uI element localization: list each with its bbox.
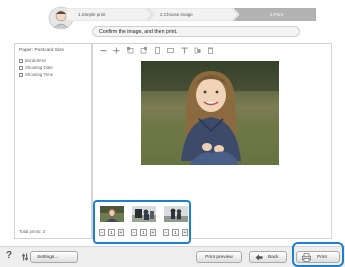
print-button-highlight (292, 242, 344, 267)
back-button[interactable]: Back (249, 251, 287, 263)
shooting-date-label: Shooting Date (25, 65, 53, 70)
rotate-left-icon[interactable] (127, 47, 134, 54)
back-arrow-icon (255, 254, 263, 261)
rotate-right-icon[interactable] (140, 47, 147, 54)
step-1-label: 1.Simple print (78, 12, 106, 17)
copies-count[interactable]: 1 (140, 229, 147, 236)
text-icon[interactable] (181, 47, 188, 54)
minus-icon[interactable] (100, 47, 107, 54)
thumbnail-1-stepper: − 1 + (99, 229, 125, 236)
copies-count[interactable]: 1 (172, 229, 179, 236)
step-2: 2.Choose image (148, 8, 238, 21)
shooting-time-option[interactable]: Shooting Time (19, 72, 53, 77)
print-settings-panel: Paper: Postcard Size Borderless Shooting… (14, 43, 92, 239)
thumbnail-2-stepper: − 1 + (131, 229, 157, 236)
step-1: 1.Simple print (66, 8, 152, 21)
shooting-time-label: Shooting Time (25, 72, 54, 77)
step-indicator: 1.Simple print 2.Choose image 3.Print (66, 8, 316, 21)
wizard-header: 1.Simple print 2.Choose image 3.Print Co… (0, 0, 345, 46)
decrease-button[interactable]: − (99, 229, 105, 236)
print-wizard-window: 1.Simple print 2.Choose image 3.Print Co… (0, 0, 345, 267)
step-3-active: 3.Print (234, 8, 316, 21)
decrease-button[interactable]: − (131, 229, 137, 236)
instruction-banner: Confirm the image, and then print. (92, 26, 300, 37)
clip-icon[interactable] (194, 47, 201, 54)
thumbnail-3[interactable] (164, 206, 188, 222)
decrease-button[interactable]: − (163, 229, 169, 236)
landscape-icon[interactable] (167, 47, 174, 54)
selected-photo (141, 61, 279, 165)
borderless-checkbox[interactable] (19, 58, 23, 63)
thumbnail-2[interactable] (132, 206, 156, 222)
print-preview-label: Print preview (205, 255, 233, 260)
shooting-time-checkbox[interactable] (19, 72, 23, 77)
settings-button[interactable]: Settings... (30, 251, 78, 263)
increase-button[interactable]: + (150, 229, 156, 236)
borderless-label: Borderless (25, 58, 46, 63)
shooting-date-option[interactable]: Shooting Date (19, 65, 53, 70)
total-prints: Total prints: 3 (19, 229, 46, 234)
instruction-text: Confirm the image, and then print. (99, 29, 178, 35)
increase-button[interactable]: + (182, 229, 188, 236)
step-2-label: 2.Choose image (160, 12, 193, 17)
help-icon[interactable]: ? (6, 250, 12, 261)
back-button-label: Back (268, 255, 279, 260)
edit-toolbar (93, 44, 331, 57)
thumbnail-strip: − 1 + − 1 + − 1 + (93, 200, 191, 244)
borderless-option[interactable]: Borderless (19, 58, 46, 63)
trash-icon[interactable] (207, 47, 214, 54)
shooting-date-checkbox[interactable] (19, 65, 23, 70)
portrait-icon[interactable] (154, 47, 161, 54)
increase-button[interactable]: + (118, 229, 124, 236)
step-3-label: 3.Print (270, 12, 284, 17)
settings-icon (22, 253, 28, 261)
thumbnail-1[interactable] (100, 206, 124, 222)
print-preview-button[interactable]: Print preview (196, 251, 242, 263)
plus-icon[interactable] (113, 47, 120, 54)
settings-button-label: Settings... (37, 255, 59, 260)
paper-size-label: Paper: Postcard Size (19, 48, 65, 53)
thumbnail-3-stepper: − 1 + (163, 229, 189, 236)
copies-count[interactable]: 1 (108, 229, 115, 236)
